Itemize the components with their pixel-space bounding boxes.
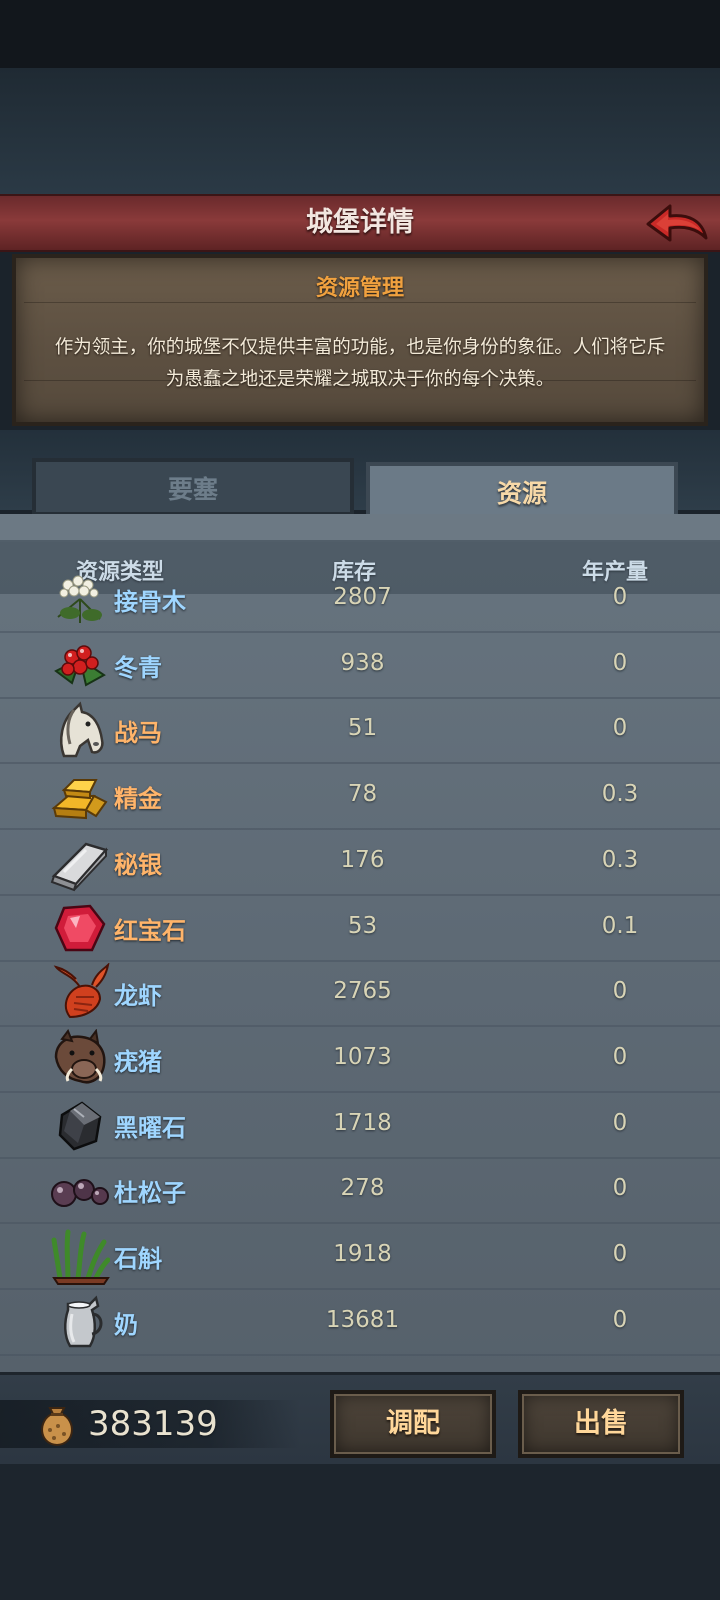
bottom-area: [0, 1464, 720, 1600]
resource-name: 精金: [114, 785, 162, 813]
panel-top-edge: [0, 514, 720, 542]
intro-title: 资源管理: [315, 276, 404, 301]
resource-name: 石斛: [114, 1245, 162, 1273]
resource-stock: 176: [340, 847, 385, 873]
resource-name: 战马: [114, 719, 162, 747]
resource-stock: 2765: [333, 978, 392, 1004]
resource-stock: 1073: [333, 1044, 392, 1070]
resource-name: 黑曜石: [114, 1114, 186, 1142]
resource-annual-yield: 0: [612, 1175, 628, 1201]
resource-annual-yield: 0: [612, 1307, 628, 1333]
resource-annual-yield: 0: [612, 584, 628, 610]
table-row[interactable]: 杜松子 278 0: [0, 1157, 720, 1224]
allocate-button[interactable]: 调配: [330, 1390, 496, 1458]
table-row[interactable]: 龙虾 2765 0: [0, 960, 720, 1027]
gold-ingot-icon: [50, 766, 110, 826]
resource-stock: 13681: [325, 1307, 400, 1333]
boar-icon: [50, 1028, 110, 1089]
resource-stock: 78: [347, 781, 378, 807]
page-title: 城堡详情: [306, 207, 414, 238]
tab-resources[interactable]: 资源: [366, 462, 678, 516]
table-row[interactable]: 红宝石 53 0.1: [0, 895, 720, 962]
obsidian-icon: [50, 1095, 110, 1155]
back-arrow-icon: [646, 204, 708, 242]
resource-name: 杜松子: [114, 1179, 186, 1207]
table-row[interactable]: 疣猪 1073 0: [0, 1026, 720, 1093]
silver-ingot-icon: [50, 832, 110, 892]
resource-name: 红宝石: [114, 917, 186, 945]
background-top: [0, 68, 720, 198]
resource-name: 疣猪: [114, 1048, 162, 1076]
resource-annual-yield: 0: [612, 1110, 628, 1136]
divider: [24, 302, 696, 303]
resource-annual-yield: 0: [612, 1241, 628, 1267]
sell-button[interactable]: 出售: [518, 1390, 684, 1458]
resource-name: 接骨木: [114, 588, 186, 616]
table-row[interactable]: 奶 13681 0: [0, 1289, 720, 1356]
resource-name: 龙虾: [114, 982, 162, 1010]
table-row[interactable]: 接骨木 2807 0: [0, 566, 720, 633]
gold-sack-icon: [41, 1407, 73, 1447]
table-row[interactable]: 黑曜石 1718 0: [0, 1092, 720, 1159]
resource-stock: 51: [347, 715, 378, 741]
resource-stock: 1718: [333, 1110, 392, 1136]
tab-fortress[interactable]: 要塞: [32, 458, 354, 516]
table-row[interactable]: 战马 51 0: [0, 697, 720, 764]
horse-icon: [50, 700, 110, 760]
lobster-icon: [50, 961, 110, 1023]
resource-annual-yield: 0.1: [601, 913, 639, 939]
resource-stock: 1918: [333, 1241, 392, 1267]
juniper-berries-icon: [50, 1160, 110, 1220]
elder-flower-icon: [50, 569, 110, 629]
intro-panel: 资源管理 作为领主，你的城堡不仅提供丰富的功能，也是你身份的象征。人们将它斥为愚…: [12, 254, 708, 426]
resource-name: 冬青: [114, 654, 162, 682]
table-row[interactable]: 精金 78 0.3: [0, 763, 720, 830]
resource-annual-yield: 0: [612, 1044, 628, 1070]
intro-text: 作为领主，你的城堡不仅提供丰富的功能，也是你身份的象征。人们将它斥为愚蠢之地还是…: [54, 337, 666, 390]
resource-annual-yield: 0: [612, 978, 628, 1004]
dendrobium-icon: [50, 1226, 111, 1286]
resource-annual-yield: 0: [612, 650, 628, 676]
table-row[interactable]: 冬青 938 0: [0, 632, 720, 699]
resource-annual-yield: 0.3: [601, 847, 639, 873]
milk-jug-icon: [50, 1292, 110, 1352]
castle-header-banner: 城堡详情: [0, 194, 720, 252]
resource-stock: 278: [340, 1175, 385, 1201]
holly-icon: [50, 635, 110, 695]
resource-stock: 53: [347, 913, 378, 939]
back-button[interactable]: [644, 198, 710, 250]
ruby-icon: [50, 898, 110, 958]
resource-name: 秘银: [114, 851, 162, 879]
resource-stock: 938: [340, 650, 385, 676]
gold-amount: 383139: [88, 1404, 218, 1444]
resource-stock: 2807: [333, 584, 392, 610]
status-bar-area: [0, 0, 720, 68]
table-row[interactable]: 秘银 176 0.3: [0, 829, 720, 896]
resource-annual-yield: 0.3: [601, 781, 639, 807]
resource-annual-yield: 0: [612, 715, 628, 741]
resource-name: 奶: [114, 1311, 138, 1339]
table-row[interactable]: 石斛 1918 0: [0, 1223, 720, 1290]
